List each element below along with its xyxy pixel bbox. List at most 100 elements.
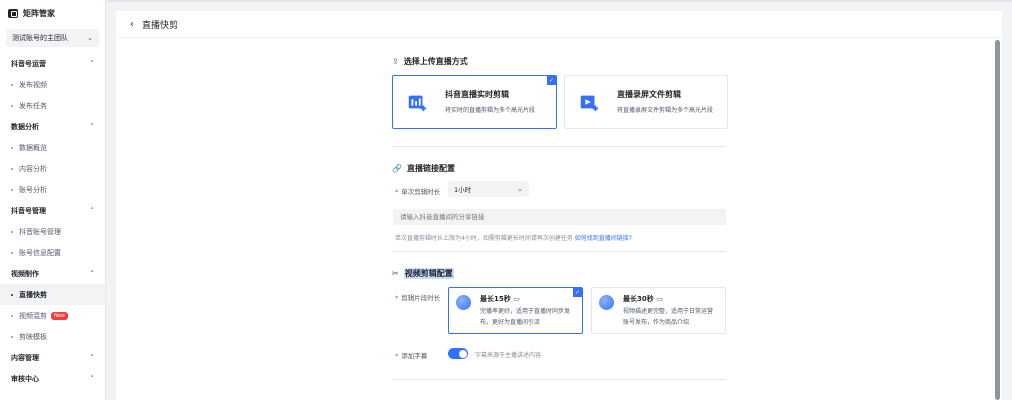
find-live-link-help[interactable]: 如何找到直播间链接? xyxy=(575,235,632,242)
upload-card-live-realtime[interactable]: 抖音直播实时剪辑 将实时的直播剪辑为多个高光片段 ✓ xyxy=(392,75,557,129)
chevron-down-icon: ˅ xyxy=(90,353,95,362)
sidebar-item-account-analysis[interactable]: 账号分析 xyxy=(0,179,105,200)
recording-clip-icon xyxy=(580,95,599,112)
sidebar-item-capcut-templates[interactable]: 剪映模板 xyxy=(0,326,105,347)
required-marker: * xyxy=(395,188,399,196)
section-divider xyxy=(392,379,726,380)
sidebar-nav: 抖音号运营 ˄ 发布视频 发布任务 数据分析 ˄ 数据概览 内容分析 账号分析 … xyxy=(0,53,105,389)
card-title: 抖音直播实时剪辑 xyxy=(445,90,509,99)
subtitle-toggle[interactable] xyxy=(448,348,468,359)
nav-group-video-production[interactable]: 视频制作 ˄ xyxy=(0,263,105,284)
video-icon: ▭ xyxy=(656,295,663,303)
nav-group-label: 数据分析 xyxy=(11,122,39,131)
sidebar-item-label: 发布任务 xyxy=(19,101,47,110)
bullet-icon xyxy=(11,314,13,317)
section-title-text: 选择上传直播方式 xyxy=(403,57,468,66)
chevron-up-icon: ˄ xyxy=(90,269,95,278)
scissors-icon: ✂ xyxy=(392,269,399,278)
app-root: 矩阵管家 测试账号的主团队 ⌄ 抖音号运营 ˄ 发布视频 发布任务 数据分析 ˄ xyxy=(0,0,1012,400)
link-section-title: 🔗 直播链接配置 xyxy=(392,163,455,174)
main-scrollbar[interactable] xyxy=(995,40,1000,400)
clip-15s-icon xyxy=(456,295,471,310)
nav-group-data-analysis[interactable]: 数据分析 ˄ xyxy=(0,116,105,137)
live-link-input[interactable] xyxy=(393,209,726,225)
sidebar-item-publish-task[interactable]: 发布任务 xyxy=(0,95,105,116)
bullet-icon xyxy=(11,167,13,170)
clip-duration-label: * 剪辑片段时长 xyxy=(395,292,440,302)
nav-group-review-center[interactable]: 审核中心 ˅ xyxy=(0,368,105,389)
sidebar-item-video-mix[interactable]: 视频混剪 New xyxy=(0,305,105,326)
section-divider xyxy=(392,146,726,147)
team-selector[interactable]: 测试账号的主团队 ⌄ xyxy=(6,29,99,47)
page-title: 直播快剪 xyxy=(142,20,179,31)
sidebar-item-label: 数据概览 xyxy=(19,143,47,152)
nav-group-douyin-ops[interactable]: 抖音号运营 ˄ xyxy=(0,53,105,74)
bullet-icon xyxy=(11,104,13,107)
subtitle-label-text: 添加字幕 xyxy=(401,352,428,360)
new-badge: New xyxy=(51,311,68,320)
sidebar-item-label: 直播快剪 xyxy=(19,290,47,299)
nav-group-label: 视频制作 xyxy=(11,269,39,278)
section-title-text: 视频剪辑配置 xyxy=(403,268,454,279)
sidebar-item-label: 账号信息配置 xyxy=(19,248,61,257)
option-desc-2: 账号发布，作为商品介绍 xyxy=(623,319,690,326)
subtitle-desc: 字幕来源于主播讲述内容 xyxy=(475,352,542,359)
bullet-icon xyxy=(11,146,13,149)
nav-group-label: 审核中心 xyxy=(11,374,39,383)
upload-section-title: ⇪ 选择上传直播方式 xyxy=(392,56,468,67)
chevron-down-icon: ˅ xyxy=(90,374,95,383)
link-icon: 🔗 xyxy=(392,164,402,173)
option-title: 最长30秒 ▭ xyxy=(623,294,663,304)
sidebar-item-data-overview[interactable]: 数据概览 xyxy=(0,137,105,158)
upload-card-recording[interactable]: 直播录屏文件剪辑 将直播录屏文件剪辑为多个高光片段 xyxy=(564,75,728,129)
sidebar-item-account-config[interactable]: 账号信息配置 xyxy=(0,242,105,263)
video-section-title: ✂ 视频剪辑配置 xyxy=(392,268,454,279)
sidebar-item-label: 剪映模板 xyxy=(19,332,47,341)
chevron-up-icon: ˄ xyxy=(90,59,95,68)
sidebar-item-publish-video[interactable]: 发布视频 xyxy=(0,74,105,95)
required-marker: * xyxy=(395,352,399,360)
option-title-text: 最长30秒 xyxy=(623,295,654,303)
required-marker: * xyxy=(395,294,399,302)
matrix-logo-icon xyxy=(8,8,18,18)
sidebar-item-label: 视频混剪 xyxy=(19,311,47,320)
nav-group-content-mgmt[interactable]: 内容管理 ˅ xyxy=(0,347,105,368)
card-desc: 将实时的直播剪辑为多个高光片段 xyxy=(445,107,536,114)
brand: 矩阵管家 xyxy=(0,0,105,26)
video-icon: ▭ xyxy=(513,295,520,303)
page-header: ‹ 直播快剪 xyxy=(116,11,1002,38)
option-desc-1: 完播率更好，适用于直播时同步发 xyxy=(480,308,571,315)
check-icon: ✓ xyxy=(573,288,582,297)
option-title: 最长15秒 ▭ xyxy=(480,294,520,304)
chevron-down-icon: ⌄ xyxy=(87,34,93,42)
duration-label: * 单次剪辑时长 xyxy=(395,186,440,196)
live-clip-icon xyxy=(408,95,427,112)
nav-group-label: 抖音号运营 xyxy=(11,59,46,68)
back-arrow-icon[interactable]: ‹ xyxy=(130,19,134,30)
chevron-down-icon: ⌄ xyxy=(517,185,523,193)
nav-group-label: 内容管理 xyxy=(11,353,39,362)
bullet-icon xyxy=(11,335,13,338)
card-desc: 将直播录屏文件剪辑为多个高光片段 xyxy=(617,107,714,114)
card-title: 直播录屏文件剪辑 xyxy=(617,90,681,99)
subtitle-label: * 添加字幕 xyxy=(395,350,427,360)
section-title-text: 直播链接配置 xyxy=(406,164,455,173)
clip-30s-icon xyxy=(599,295,614,310)
bullet-icon xyxy=(11,230,13,233)
duration-select[interactable]: 1小时 ⌄ xyxy=(448,181,529,197)
duration-label-text: 单次剪辑时长 xyxy=(401,188,441,196)
link-hint: 单次直播剪辑时长上限为4小时，如需剪辑更长时间请再次创建任务 如何找到直播间链接… xyxy=(395,233,632,242)
sidebar-item-content-analysis[interactable]: 内容分析 xyxy=(0,158,105,179)
nav-group-account-mgmt[interactable]: 抖音号管理 ˄ xyxy=(0,200,105,221)
clip-duration-label-text: 剪辑片段时长 xyxy=(401,294,441,302)
clip-option-30s[interactable]: 最长30秒 ▭ 视频描述更完整，适用于日常运营 账号发布，作为商品介绍 xyxy=(591,287,726,334)
bullet-icon xyxy=(11,251,13,254)
nav-group-label: 抖音号管理 xyxy=(11,206,46,215)
sidebar-item-label: 账号分析 xyxy=(19,185,47,194)
check-icon: ✓ xyxy=(547,76,556,85)
sidebar-item-douyin-accounts[interactable]: 抖音账号管理 xyxy=(0,221,105,242)
sidebar-item-live-clip[interactable]: 直播快剪 xyxy=(0,284,105,305)
clip-option-15s[interactable]: 最长15秒 ▭ 完播率更好，适用于直播时同步发 布，更好为直播间引流 ✓ xyxy=(448,287,583,334)
chevron-up-icon: ˄ xyxy=(90,122,95,131)
upload-icon: ⇪ xyxy=(392,57,399,66)
